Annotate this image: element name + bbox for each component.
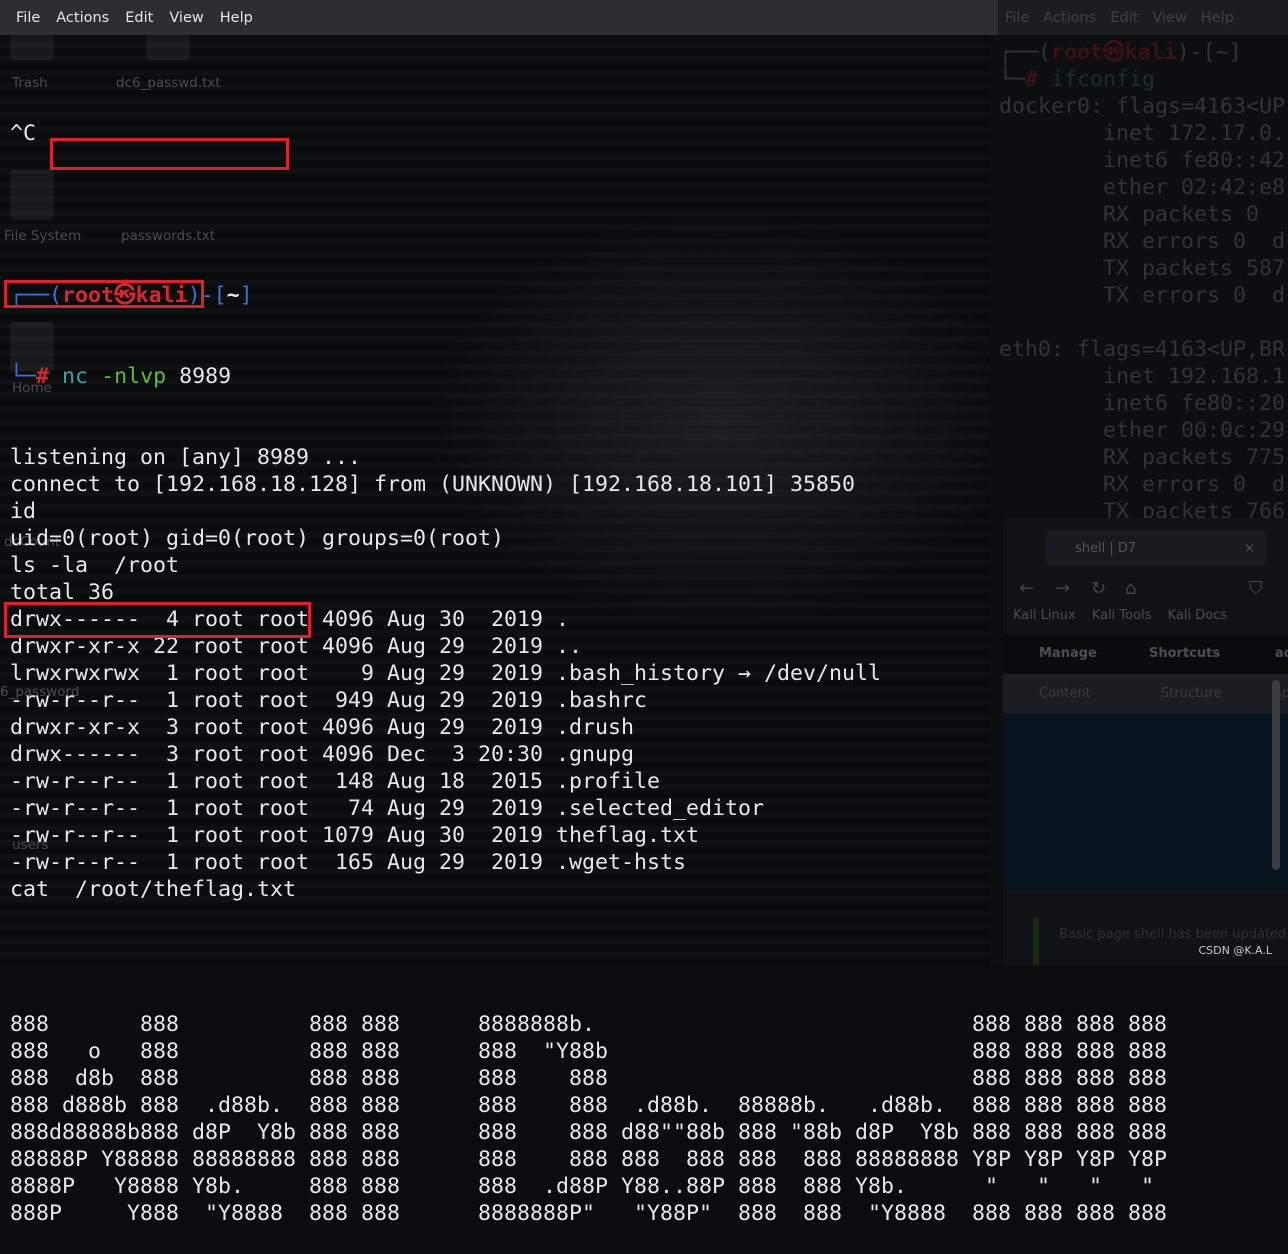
terminal-line: -rw-r--r-- 1 root root 74 Aug 29 2019 .s… bbox=[10, 796, 765, 821]
bg-terminal-line: TX packets 587 bbox=[999, 256, 1286, 281]
menu-help[interactable]: Help bbox=[212, 10, 261, 26]
banner-line: 888d88888b888 d8P Y8b 888 888 888 888 d8… bbox=[10, 1120, 1168, 1145]
highlight-box-ls bbox=[4, 280, 204, 308]
bg-menu-view[interactable]: View bbox=[1145, 10, 1193, 26]
bg-terminal-line bbox=[999, 309, 1285, 336]
background-browser-window[interactable]: shell | D7 × ← → ↻ ⌂ ⛉ Kali Linux Kali To… bbox=[1003, 518, 1288, 965]
close-tab-icon[interactable]: × bbox=[1244, 541, 1255, 556]
command-name: nc bbox=[62, 364, 89, 389]
bookmark-kali-linux[interactable]: Kali Linux bbox=[1013, 608, 1076, 623]
bookmark-kali-tools[interactable]: Kali Tools bbox=[1092, 608, 1152, 623]
toolbar-shortcuts[interactable]: Shortcuts bbox=[1149, 646, 1220, 661]
bg-terminal-line: inet6 fe80::42 bbox=[999, 148, 1286, 173]
bg-menu-actions[interactable]: Actions bbox=[1036, 10, 1103, 26]
toolbar-user[interactable]: ad bbox=[1275, 646, 1288, 661]
terminal-line: -rw-r--r-- 1 root root 949 Aug 29 2019 .… bbox=[10, 688, 648, 713]
reload-icon[interactable]: ↻ bbox=[1091, 578, 1106, 599]
bg-menu-help[interactable]: Help bbox=[1194, 10, 1241, 26]
prompt-line-command: └─# nc -nlvp 8989 bbox=[10, 363, 990, 390]
highlight-box-cat bbox=[4, 602, 311, 638]
drupal-subtoolbar: Content Structure Appe bbox=[1003, 674, 1288, 714]
bg-terminal-line: ether 00:0c:29 bbox=[999, 418, 1286, 443]
banner-line: 888 o 888 888 888 888 "Y88b 888 888 888 … bbox=[10, 1039, 1168, 1064]
background-terminal-output: ┌──(root㉿kali)-[~] └─# ifconfig docker0: f… bbox=[999, 40, 1286, 524]
banner-line: 888 d8b 888 888 888 888 888 888 888 888 … bbox=[10, 1066, 1168, 1091]
bg-command: ifconfig bbox=[1051, 67, 1156, 92]
background-terminal-menubar: File Actions Edit View Help bbox=[990, 0, 1288, 35]
bg-terminal-line: TX errors 0 d bbox=[999, 283, 1286, 308]
status-message: Basic page shell has been updated. bbox=[1033, 918, 1288, 965]
banner-line: 888 888 888 888 8888888b. 888 888 888 88… bbox=[10, 1012, 1168, 1037]
browser-tab[interactable]: shell | D7 × bbox=[1045, 530, 1267, 566]
bg-menu-edit[interactable]: Edit bbox=[1103, 10, 1145, 26]
menu-file[interactable]: File bbox=[8, 10, 48, 26]
bg-prompt-dir: ~ bbox=[1215, 40, 1229, 65]
terminal-line: listening on [any] 8989 ... bbox=[10, 445, 362, 470]
tab-title: shell | D7 bbox=[1075, 540, 1137, 556]
highlight-box-nc bbox=[50, 138, 289, 170]
subtab-content[interactable]: Content bbox=[1039, 686, 1091, 701]
bg-terminal-line: RX errors 0 d bbox=[999, 229, 1286, 254]
prompt-hash: # bbox=[36, 364, 50, 389]
terminal-output[interactable]: ^C ┌──(root㉿kali)-[~] └─# nc -nlvp 8989 … bbox=[10, 66, 1168, 1254]
bg-terminal-line: eth0: flags=4163<UP,BR bbox=[999, 337, 1286, 362]
prompt-frame: ] bbox=[239, 283, 253, 308]
banner-line: 88888P Y88888 88888888 888 888 888 888 8… bbox=[10, 1147, 1168, 1172]
command-arg: 8989 bbox=[179, 364, 232, 389]
bg-terminal-line: ether 02:42:e8 bbox=[999, 175, 1286, 200]
home-icon[interactable]: ⌂ bbox=[1125, 578, 1136, 599]
bg-terminal-line: RX packets 0 bbox=[999, 202, 1260, 227]
scrollbar[interactable] bbox=[1272, 680, 1280, 870]
banner-line: 888P Y888 "Y8888 888 888 8888888P" "Y88P… bbox=[10, 1201, 1168, 1226]
terminal-line: -rw-r--r-- 1 root root 148 Aug 18 2015 .… bbox=[10, 769, 661, 794]
terminal-line: drwxr-xr-x 3 root root 4096 Aug 29 2019 … bbox=[10, 715, 635, 740]
bg-terminal-line: inet 172.17.0. bbox=[999, 121, 1286, 146]
forward-icon[interactable]: → bbox=[1055, 578, 1070, 599]
drupal-toolbar: Manage Shortcuts ad bbox=[1003, 634, 1288, 674]
bg-prompt-user: root㉿kali bbox=[1051, 40, 1177, 65]
menu-edit[interactable]: Edit bbox=[117, 10, 161, 26]
terminal-line: lrwxrwxrwx 1 root root 9 Aug 29 2019 .ba… bbox=[10, 661, 882, 686]
bg-menu-file[interactable]: File bbox=[998, 10, 1036, 26]
browser-content bbox=[1003, 714, 1288, 889]
bg-terminal-line: inet6 fe80::20 bbox=[999, 391, 1286, 416]
terminal-menubar: File Actions Edit View Help bbox=[0, 0, 998, 35]
bg-terminal-line: inet 192.168.1 bbox=[999, 364, 1286, 389]
terminal-line: uid=0(root) gid=0(root) groups=0(root) bbox=[10, 526, 505, 551]
command-flags: -nlvp bbox=[101, 364, 167, 389]
watermark: CSDN @K.A.L bbox=[1198, 944, 1272, 957]
bookmark-kali-docs[interactable]: Kali Docs bbox=[1168, 608, 1228, 623]
terminal-line: connect to [192.168.18.128] from (UNKNOW… bbox=[10, 472, 856, 497]
terminal-line: id bbox=[10, 499, 37, 524]
terminal-line: cat /root/theflag.txt bbox=[10, 877, 297, 902]
back-icon[interactable]: ← bbox=[1019, 578, 1034, 599]
terminal-line: -rw-r--r-- 1 root root 1079 Aug 30 2019 … bbox=[10, 823, 700, 848]
toolbar-manage[interactable]: Manage bbox=[1039, 646, 1097, 661]
bookmarks-bar: Kali Linux Kali Tools Kali Docs bbox=[1013, 608, 1239, 623]
terminal-line: -rw-r--r-- 1 root root 165 Aug 29 2019 .… bbox=[10, 850, 687, 875]
browser-nav-bar: ← → ↻ ⌂ ⛉ bbox=[1003, 570, 1288, 610]
prompt-dir: ~ bbox=[226, 283, 240, 308]
bg-terminal-line: RX errors 0 d bbox=[999, 472, 1286, 497]
prompt-frame: └─ bbox=[10, 364, 37, 389]
subtab-structure[interactable]: Structure bbox=[1161, 686, 1221, 701]
banner-line: 8888P Y8888 Y8b. 888 888 888 .d88P Y88..… bbox=[10, 1174, 1155, 1199]
terminal-line: drwx------ 3 root root 4096 Dec 3 20:30 … bbox=[10, 742, 635, 767]
terminal-line: ls -la /root bbox=[10, 553, 180, 578]
bg-terminal-line: docker0: flags=4163<UP bbox=[999, 94, 1286, 119]
menu-view[interactable]: View bbox=[161, 10, 211, 26]
bg-terminal-line: RX packets 775 bbox=[999, 445, 1286, 470]
menu-actions[interactable]: Actions bbox=[48, 10, 117, 26]
shield-icon[interactable]: ⛉ bbox=[1249, 578, 1263, 599]
banner-line: 888 d888b 888 .d88b. 888 888 888 888 .d8… bbox=[10, 1093, 1168, 1118]
